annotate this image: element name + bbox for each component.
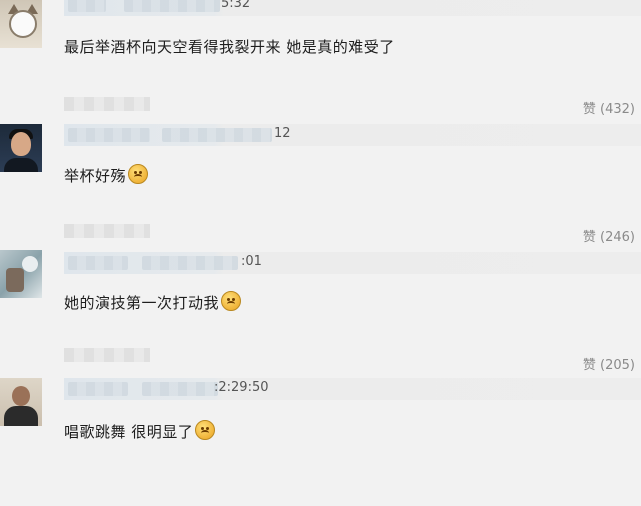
blurred-username <box>162 128 272 142</box>
comment-time: 5:32 <box>221 0 251 11</box>
like-label: 赞 <box>582 230 596 245</box>
blurred-reply-area <box>64 224 150 238</box>
blurred-username <box>68 128 150 142</box>
comment-text: 举杯好殇 <box>64 164 149 186</box>
comment-item: 5:32 最后举酒杯向天空看得我裂开来 她是真的难受了 赞 (432) <box>0 0 641 128</box>
sad-face-emoji-icon <box>221 291 242 311</box>
blurred-username <box>68 382 128 396</box>
comment-text: 她的演技第一次打动我 <box>64 291 242 313</box>
cat-avatar[interactable] <box>0 0 42 48</box>
comment-text-content: 她的演技第一次打动我 <box>64 294 220 312</box>
comment-item: :2:29:50 唱歌跳舞 很明显了 <box>0 378 641 506</box>
blurred-username <box>142 256 238 270</box>
blurred-username <box>68 256 128 270</box>
like-number: (432) <box>600 102 635 117</box>
like-count[interactable]: 赞 (205) <box>583 354 635 373</box>
comment-text-content: 唱歌跳舞 很明显了 <box>64 423 194 441</box>
comment-text-content: 最后举酒杯向天空看得我裂开来 她是真的难受了 <box>64 38 395 56</box>
like-count[interactable]: 赞 (432) <box>583 98 635 117</box>
comment-time: 12 <box>274 126 291 141</box>
blurred-username <box>142 382 218 396</box>
like-count[interactable]: 赞 (246) <box>583 226 635 245</box>
blurred-username <box>124 0 220 12</box>
like-number: (205) <box>600 358 635 373</box>
comment-time: :01 <box>241 254 262 269</box>
comment-meta-bar: :01 <box>64 252 641 274</box>
comment-meta-bar: :2:29:50 <box>64 378 641 400</box>
comment-time: :2:29:50 <box>214 380 269 395</box>
comment-item: :01 她的演技第一次打动我 赞 (205) <box>0 250 641 378</box>
blurred-username <box>68 0 106 12</box>
comment-meta-bar: 5:32 <box>64 0 641 16</box>
like-number: (246) <box>600 230 635 245</box>
blurred-reply-area <box>64 348 150 362</box>
sad-face-emoji-icon <box>128 164 149 184</box>
man-avatar[interactable] <box>0 124 42 172</box>
sad-face-emoji-icon <box>195 420 216 440</box>
comment-text: 唱歌跳舞 很明显了 <box>64 420 216 442</box>
like-label: 赞 <box>582 102 596 117</box>
photo-avatar[interactable] <box>0 250 42 298</box>
suit-avatar[interactable] <box>0 378 42 426</box>
comment-item: 12 举杯好殇 赞 (246) <box>0 124 641 252</box>
like-label: 赞 <box>582 358 596 373</box>
comment-meta-bar: 12 <box>64 124 641 146</box>
comment-text-content: 举杯好殇 <box>64 167 127 185</box>
blurred-reply-area <box>64 97 150 111</box>
comment-text: 最后举酒杯向天空看得我裂开来 她是真的难受了 <box>64 36 395 57</box>
